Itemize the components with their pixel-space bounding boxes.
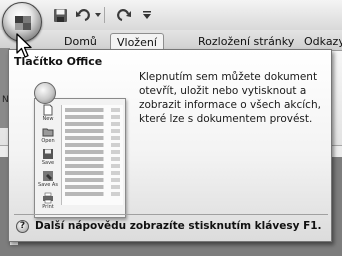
thumbnail-recent-list (61, 105, 123, 205)
open-folder-icon (42, 128, 54, 137)
thumbnail-list-line (65, 108, 120, 112)
thumbnail-list-line (65, 164, 120, 168)
save-icon (43, 149, 53, 159)
thumbnail-list-line (65, 157, 120, 161)
tooltip-divider (14, 214, 328, 215)
tooltip-footer: Další nápovědu zobrazíte stisknutím kláv… (35, 220, 322, 232)
new-document-icon (43, 104, 53, 116)
thumbnail-menu-item: New (37, 102, 59, 124)
thumbnail-menu-item: Save As (37, 168, 59, 190)
thumbnail-list-line (65, 178, 120, 182)
thumbnail-list-line (65, 192, 120, 196)
thumbnail-office-orb-icon (34, 82, 56, 104)
redo-icon[interactable] (110, 5, 136, 25)
thumbnail-window: New Open Save Save As Print (34, 98, 126, 218)
help-icon: ? (16, 220, 29, 233)
save-as-icon (43, 171, 53, 181)
qat-separator (104, 7, 105, 23)
undo-icon[interactable] (74, 5, 104, 25)
office-menu-thumbnail: New Open Save Save As Print (30, 75, 134, 243)
office-button-tooltip: Tlačítko Office New Open Save Save As Pr… (8, 49, 332, 242)
tooltip-description: Klepnutím sem můžete dokument otevřít, u… (139, 71, 321, 125)
thumbnail-list-line (65, 115, 120, 119)
print-icon (43, 192, 53, 204)
thumbnail-menu: New Open Save Save As Print (37, 102, 59, 216)
thumbnail-list-line (65, 143, 120, 147)
thumbnail-list-line (65, 122, 120, 126)
thumbnail-list-line (65, 136, 120, 140)
thumbnail-list-line (65, 185, 120, 189)
ribbon-tab-bar: Domů Vložení Rozložení stránky Odkazy (0, 30, 342, 52)
office-button-icon (15, 16, 31, 30)
thumbnail-list-line (65, 129, 120, 133)
title-bar (0, 0, 342, 30)
customize-qat-icon[interactable] (142, 5, 152, 25)
thumbnail-menu-item: Save (37, 146, 59, 168)
thumbnail-list-line (65, 171, 120, 175)
save-icon[interactable] (52, 5, 68, 25)
thumbnail-menu-item: Print (37, 190, 59, 212)
mouse-cursor-icon (16, 33, 32, 58)
thumbnail-list-line (65, 150, 120, 154)
thumbnail-menu-item: Open (37, 124, 59, 146)
